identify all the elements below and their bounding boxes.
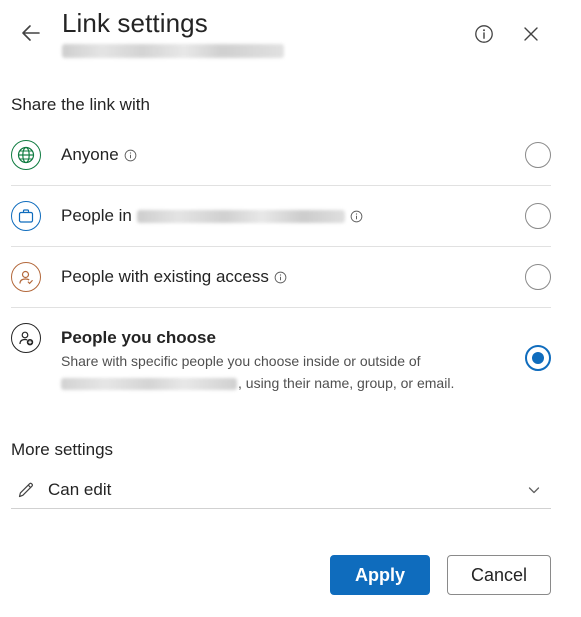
radio-anyone[interactable] [525,142,551,168]
radio-people-you-choose[interactable] [525,345,551,371]
info-icon [475,25,493,43]
option-people-you-choose-description: Share with specific people you choose in… [61,350,491,394]
arrow-left-icon [22,25,40,41]
option-existing-access[interactable]: People with existing access [11,247,551,308]
option-people-in-label: People in [61,206,132,225]
description-suffix: , using their name, group, or email. [238,375,455,391]
cancel-button[interactable]: Cancel [447,555,551,595]
organization-name-redacted [136,209,345,223]
person-add-icon [11,323,41,353]
globe-icon [11,140,41,170]
option-people-you-choose[interactable]: People you choose Share with specific pe… [11,308,551,400]
option-anyone[interactable]: Anyone [11,125,551,186]
apply-button[interactable]: Apply [330,555,430,595]
info-icon[interactable] [124,149,137,162]
close-icon [524,27,538,41]
close-button[interactable] [521,24,541,44]
radio-people-in-org[interactable] [525,203,551,229]
more-settings-heading: More settings [11,440,114,459]
option-existing-access-label: People with existing access [61,267,269,286]
info-icon[interactable] [274,271,287,284]
info-icon[interactable] [350,210,363,223]
dialog-title: Link settings [62,8,208,38]
share-section-heading: Share the link with [11,95,150,114]
permission-dropdown[interactable]: Can edit [11,471,551,509]
permission-value: Can edit [48,480,112,499]
description-prefix: Share with specific people you choose in… [61,353,421,369]
organization-name-redacted [61,378,237,391]
option-people-you-choose-label: People you choose [61,328,216,347]
chevron-down-icon [528,487,540,494]
info-button[interactable] [474,24,494,44]
person-check-icon [11,262,41,292]
option-people-in-org[interactable]: People in [11,186,551,247]
file-name-redacted [62,44,284,58]
back-button[interactable] [18,20,44,46]
radio-existing-access[interactable] [525,264,551,290]
pencil-icon [18,482,33,498]
briefcase-icon [11,201,41,231]
option-anyone-label: Anyone [61,145,119,164]
